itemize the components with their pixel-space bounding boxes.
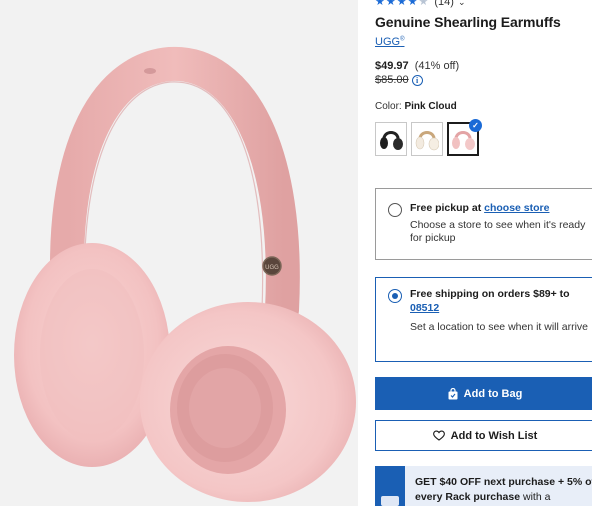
pickup-title: Free pickup at choose store: [410, 201, 590, 215]
brand-name: UGG: [375, 36, 401, 48]
checkmark-icon: ✓: [469, 119, 482, 132]
color-label-text: Color:: [375, 101, 402, 112]
white-earmuff-icon: [415, 131, 439, 151]
star-half-icon: ★: [407, 0, 418, 8]
brand-mark: ®: [400, 36, 405, 43]
add-to-wishlist-label: Add to Wish List: [450, 429, 538, 442]
price-row: $49.97 (41% off): [375, 60, 459, 72]
star-full-icon: ★: [375, 0, 385, 8]
review-count: (14): [434, 0, 454, 8]
earmuffs-product-image: UGG: [0, 0, 358, 506]
star-full-icon: ★: [396, 0, 407, 8]
discount-percent: (41% off): [414, 60, 460, 72]
choose-store-link[interactable]: choose store: [484, 202, 549, 214]
brand-link[interactable]: UGG®: [375, 36, 404, 48]
ugg-badge-text: UGG: [265, 265, 279, 271]
heart-icon: [432, 430, 445, 441]
swatch-black[interactable]: [375, 122, 407, 156]
star-empty-icon: ★: [418, 0, 429, 8]
pickup-title-text: Free pickup at: [410, 202, 482, 214]
product-details: ★ ★ ★ ★ ★ (14) ⌄ Genuine Shearling Earmu…: [375, 0, 592, 506]
pickup-radio[interactable]: [388, 203, 402, 217]
original-price: $85.00: [375, 74, 409, 86]
swatch-white[interactable]: [411, 122, 443, 156]
pickup-description: Choose a store to see when it's ready fo…: [410, 219, 586, 244]
pickup-option[interactable]: Free pickup at choose store Choose a sto…: [375, 188, 592, 260]
shipping-title-text: Free shipping on orders $89+ to: [410, 288, 570, 300]
shopping-bag-icon: [448, 387, 458, 399]
color-label: Color: Pink Cloud: [375, 101, 457, 112]
rating-summary[interactable]: ★ ★ ★ ★ ★ (14) ⌄: [375, 0, 465, 8]
product-image[interactable]: UGG: [0, 0, 358, 506]
zip-code-link[interactable]: 08512: [410, 302, 439, 314]
swatch-pink-selected[interactable]: ✓: [447, 119, 482, 156]
promo-line-2-bold: every Rack purchase: [415, 491, 521, 503]
selected-color-name: Pink Cloud: [404, 101, 457, 112]
add-to-wishlist-button[interactable]: Add to Wish List: [375, 420, 592, 451]
original-price-row: $85.00 i: [375, 74, 423, 86]
promo-line-1: GET $40 OFF next purchase + 5% of: [415, 476, 592, 488]
add-to-bag-button[interactable]: Add to Bag: [375, 377, 592, 410]
promo-line-2-rest: with a: [520, 491, 551, 503]
shipping-option[interactable]: Free shipping on orders $89+ to 08512 Se…: [375, 277, 592, 362]
chevron-down-icon: ⌄: [457, 0, 466, 7]
add-to-bag-label: Add to Bag: [463, 387, 523, 400]
promo-card-graphic: [375, 466, 405, 506]
shipping-description: Set a location to see when it will arriv…: [410, 321, 589, 333]
product-title: Genuine Shearling Earmuffs: [375, 14, 561, 30]
color-swatches: ✓: [375, 119, 482, 156]
info-icon[interactable]: i: [411, 74, 423, 86]
promo-banner[interactable]: GET $40 OFF next purchase + 5% of every …: [375, 466, 592, 506]
black-earmuff-icon: [380, 131, 403, 150]
shipping-radio[interactable]: [388, 289, 402, 303]
rating-stars: ★ ★ ★ ★ ★: [375, 0, 428, 8]
sale-price: $49.97: [375, 60, 409, 72]
promo-text: GET $40 OFF next purchase + 5% of every …: [415, 475, 592, 505]
star-full-icon: ★: [385, 0, 396, 8]
credit-card-icon: [381, 496, 399, 506]
shipping-title: Free shipping on orders $89+ to 08512: [410, 287, 590, 315]
